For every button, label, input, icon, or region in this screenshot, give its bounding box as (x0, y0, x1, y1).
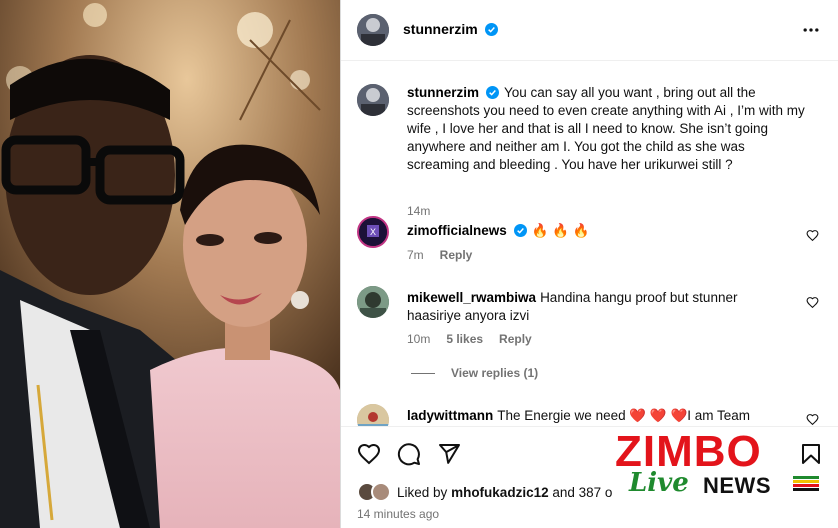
liker-avatar (371, 482, 391, 502)
comment-item: ladywittmann The Energie we need ❤️ ❤️ ❤️… (357, 404, 827, 426)
comment-text-block: zimofficialnews 🔥 🔥 🔥 (407, 222, 807, 240)
comment-username[interactable]: mikewell_rwambiwa (407, 290, 536, 305)
heart-icon[interactable] (806, 229, 819, 242)
watermark-news: NEWS (703, 473, 771, 498)
view-replies-button[interactable]: View replies (1) (411, 366, 538, 380)
comment-item: mikewell_rwambiwa Handina hangu proof but… (357, 286, 827, 366)
photo-illustration (0, 0, 340, 528)
post-photo (0, 0, 340, 528)
comment-meta: 10m 5 likes Reply (407, 332, 532, 346)
comment-username[interactable]: ladywittmann (407, 408, 493, 423)
comment-username[interactable]: zimofficialnews (407, 223, 507, 238)
comment-text: 🔥 🔥 🔥 (531, 223, 590, 238)
liked-by-suffix: and 387 o (552, 484, 613, 500)
comment-meta: 7m Reply (407, 248, 472, 262)
post-side-panel: stunnerzim stunnerzim You can say all you… (340, 0, 838, 528)
svg-text:X: X (370, 227, 376, 237)
caption-username[interactable]: stunnerzim (407, 85, 479, 100)
verified-badge-icon (486, 86, 500, 99)
flag-stripes-icon (793, 476, 819, 491)
more-horizontal-icon[interactable] (801, 20, 821, 40)
post-timestamp: 14 minutes ago (357, 507, 440, 521)
comment-text: The Energie we need ❤️ ❤️ ❤️I am Team (497, 408, 751, 423)
author-name-row: stunnerzim (403, 21, 499, 39)
comment-text-block: ladywittmann The Energie we need ❤️ ❤️ ❤️… (407, 407, 807, 425)
comment-likes[interactable]: 5 likes (446, 332, 483, 346)
post-caption: stunnerzim You can say all you want , bri… (357, 84, 827, 218)
view-replies-line (411, 372, 435, 374)
verified-badge-icon (485, 23, 499, 36)
author-username[interactable]: stunnerzim (403, 21, 478, 37)
comment-icon[interactable] (397, 442, 421, 466)
watermark-live: Live (629, 468, 689, 498)
liked-by-user[interactable]: mhofukadzic12 (451, 485, 549, 500)
comment-time: 10m (407, 332, 431, 346)
watermark-logo: ZIMBO Live NEWS (611, 430, 838, 505)
comments-list[interactable]: stunnerzim You can say all you want , bri… (341, 62, 838, 426)
caption-text-block: stunnerzim You can say all you want , bri… (407, 84, 807, 174)
liked-by-avatars (357, 482, 393, 502)
comment-item: X zimofficialnews 🔥 🔥 🔥 7m Reply (357, 216, 827, 266)
commenter-avatar[interactable] (357, 286, 389, 318)
reply-button[interactable]: Reply (499, 332, 532, 346)
view-replies-label: View replies (1) (451, 366, 539, 380)
comment-time: 7m (407, 248, 424, 262)
verified-badge-icon (513, 224, 527, 237)
liked-by-prefix: Liked by (397, 484, 448, 500)
author-avatar[interactable] (357, 84, 389, 116)
heart-icon[interactable] (806, 296, 819, 309)
send-icon[interactable] (437, 442, 461, 466)
author-avatar[interactable] (357, 14, 389, 46)
commenter-avatar[interactable] (357, 404, 389, 426)
heart-icon[interactable] (806, 413, 819, 426)
post-header: stunnerzim (341, 0, 838, 61)
comment-text-block: mikewell_rwambiwa Handina hangu proof but… (407, 289, 767, 325)
liked-by-row[interactable]: Liked by mhofukadzic12 and 387 o (357, 482, 612, 502)
reply-button[interactable]: Reply (440, 248, 473, 262)
heart-icon[interactable] (357, 442, 381, 466)
commenter-avatar[interactable]: X (357, 216, 389, 248)
